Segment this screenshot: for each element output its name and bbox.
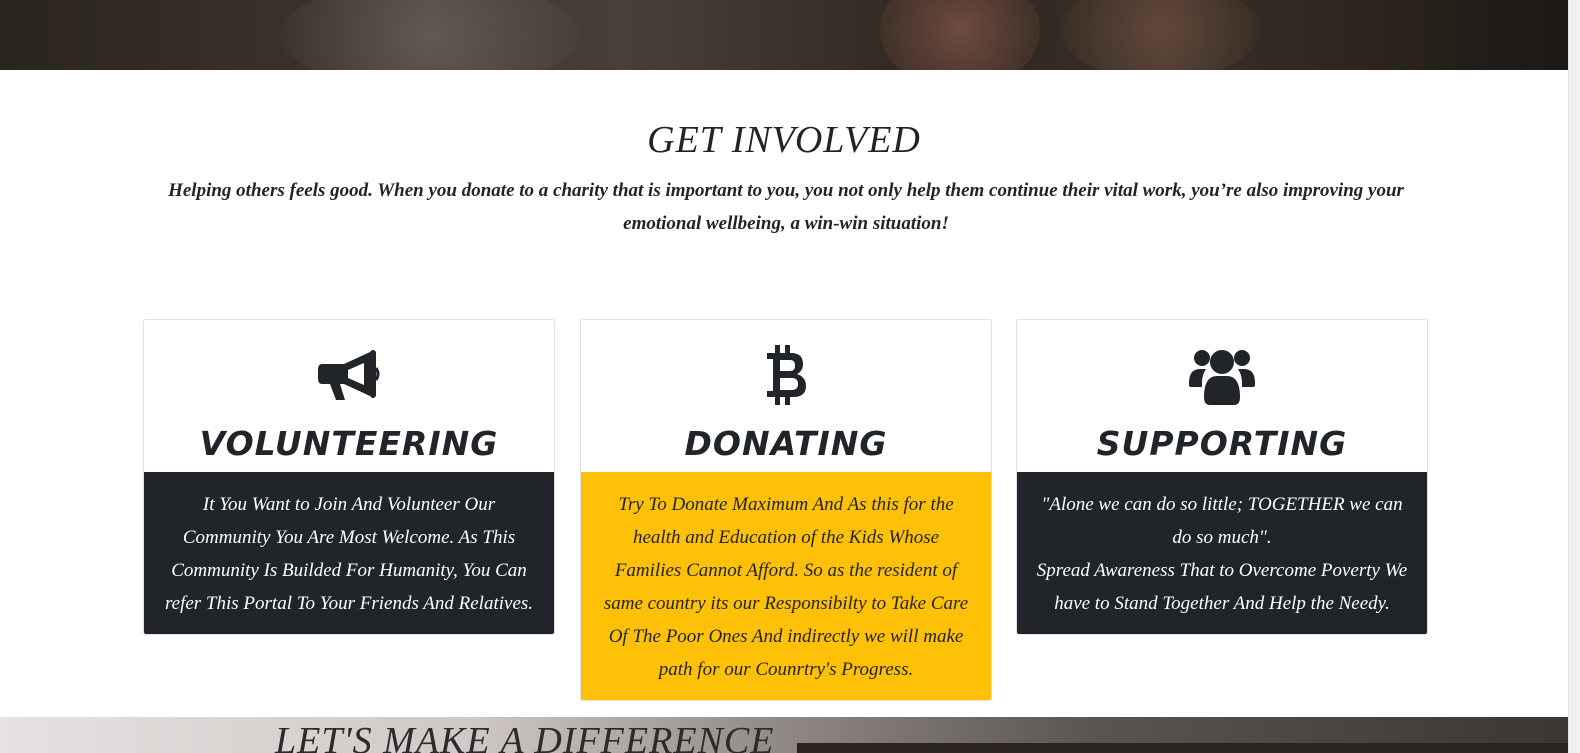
card-body: Try To Donate Maximum And As this for th…: [581, 472, 991, 700]
section-title: GET INVOLVED: [647, 119, 921, 161]
next-section-banner: LET'S MAKE A DIFFERENCE: [0, 717, 1568, 753]
section-description: Helping others feels good. When you dona…: [168, 180, 1404, 234]
bitcoin-icon: [767, 344, 806, 405]
card-title: SUPPORTING: [1096, 424, 1348, 463]
hero-image-strip: [0, 0, 1568, 70]
users-icon: [1189, 349, 1255, 405]
page-scrollbar[interactable]: [1568, 0, 1580, 753]
card-donating: DONATING Try To Donate Maximum And As th…: [580, 319, 992, 701]
card-volunteering: VOLUNTEERING It You Want to Join And Vol…: [143, 319, 555, 635]
card-title: VOLUNTEERING: [199, 424, 499, 463]
card-text: Spread Awareness That to Overcome Povert…: [1036, 560, 1408, 614]
card-text: It You Want to Join And Volunteer Our Co…: [164, 494, 534, 614]
next-section-title: LET'S MAKE A DIFFERENCE: [275, 720, 775, 753]
card-text: Try To Donate Maximum And As this for th…: [603, 494, 969, 680]
card-body: It You Want to Join And Volunteer Our Co…: [144, 472, 554, 634]
card-text: "Alone we can do so little; TOGETHER we …: [1041, 494, 1403, 548]
card-body: "Alone we can do so little; TOGETHER we …: [1017, 472, 1427, 634]
card-supporting: SUPPORTING "Alone we can do so little; T…: [1016, 319, 1428, 635]
megaphone-icon: [318, 349, 380, 400]
card-title: DONATING: [684, 424, 888, 463]
